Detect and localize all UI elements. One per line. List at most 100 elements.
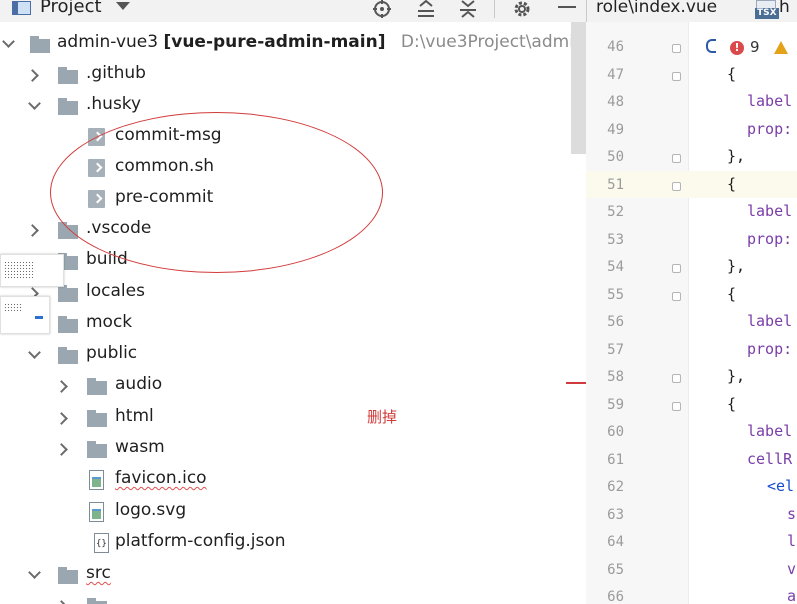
tree-row-platform-config[interactable]: {} platform-config.json — [0, 529, 586, 560]
line-number: 56 — [607, 314, 624, 330]
code-line: a — [787, 587, 797, 604]
tab-role-index-vue[interactable]: role\index.vue — [596, 0, 717, 17]
tab-next-file[interactable]: h — [779, 0, 790, 17]
tree-item-label: mock — [86, 312, 133, 332]
project-toolbar: Project — [0, 0, 586, 23]
tree-row-audio[interactable]: audio — [0, 372, 586, 403]
code-line: { — [727, 175, 737, 193]
tree-row-locales[interactable]: locales — [0, 279, 586, 310]
thumbnail-preview — [0, 296, 50, 334]
tree-item-label: wasm — [115, 437, 165, 457]
tree-row-github[interactable]: .github — [0, 61, 586, 92]
folder-icon — [58, 567, 78, 584]
line-number: 54 — [607, 259, 624, 275]
dropdown-caret-icon[interactable] — [116, 2, 130, 10]
thumbnail-preview — [0, 254, 64, 287]
code-line: s — [787, 505, 797, 523]
folder-icon — [58, 98, 78, 115]
tree-row-logo-svg[interactable]: logo.svg — [0, 498, 586, 529]
chevron-down-icon[interactable] — [28, 97, 41, 110]
chevron-right-icon[interactable] — [55, 600, 68, 604]
tree-row-html[interactable]: html — [0, 404, 586, 435]
tree-scrollbar[interactable] — [571, 22, 586, 154]
code-line: { — [727, 65, 737, 83]
minimize-icon[interactable] — [556, 0, 578, 18]
tree-row-husky[interactable]: .husky — [0, 92, 586, 123]
gear-icon[interactable] — [511, 0, 533, 18]
folder-icon — [58, 67, 78, 84]
line-number: 64 — [607, 534, 624, 550]
code-line: }, — [727, 147, 746, 165]
code-line: <el — [767, 477, 795, 495]
tree-row-partial[interactable] — [0, 592, 586, 604]
line-number: 57 — [607, 342, 624, 358]
fold-marker-icon[interactable] — [672, 374, 681, 383]
folder-icon — [58, 316, 78, 333]
fold-marker-icon[interactable] — [672, 264, 681, 273]
line-number: 55 — [607, 287, 624, 303]
project-view-title[interactable]: Project — [40, 0, 102, 17]
line-number: 49 — [607, 122, 624, 138]
code-line: label — [747, 422, 793, 440]
fold-marker-icon[interactable] — [672, 292, 681, 301]
collapse-all-icon[interactable] — [457, 0, 479, 18]
fold-marker-icon[interactable] — [672, 72, 681, 81]
tree-item-label: .husky — [86, 94, 142, 114]
tree-item-label: src — [86, 563, 111, 583]
annotation-line — [566, 382, 586, 384]
tree-row-wasm[interactable]: wasm — [0, 435, 586, 466]
tree-row-public[interactable]: public — [0, 341, 586, 372]
line-number: 63 — [607, 507, 624, 523]
image-file-icon — [89, 470, 104, 490]
folder-icon — [30, 36, 50, 53]
tree-row-root[interactable]: admin-vue3 [vue-pure-admin-main] D:\vue3… — [0, 30, 586, 61]
line-number: 48 — [607, 94, 624, 110]
chevron-down-icon[interactable] — [28, 566, 41, 579]
folder-icon — [58, 347, 78, 364]
tree-item-label: public — [86, 343, 138, 363]
json-file-icon: {} — [94, 533, 109, 553]
folder-icon — [87, 410, 107, 427]
tree-row-src[interactable]: src — [0, 561, 586, 592]
chevron-right-icon[interactable] — [55, 412, 68, 425]
fold-marker-icon[interactable] — [672, 182, 681, 191]
code-editor[interactable]: 46 47 48 49 50 51 52 53 54 55 56 57 58 5… — [586, 22, 797, 604]
code-line: label — [747, 202, 793, 220]
fold-marker-icon[interactable] — [672, 402, 681, 411]
code-line: }, — [727, 257, 746, 275]
root-module-name: [vue-pure-admin-main] — [163, 32, 386, 52]
chevron-right-icon[interactable] — [55, 380, 68, 393]
chevron-down-icon[interactable] — [2, 35, 15, 48]
tab-separator — [586, 0, 587, 22]
fold-marker-icon[interactable] — [672, 44, 681, 53]
line-number: 51 — [607, 177, 624, 193]
root-folder-name: admin-vue3 — [57, 32, 159, 52]
code-line: { — [727, 285, 737, 303]
project-tree: admin-vue3 [vue-pure-admin-main] D:\vue3… — [0, 22, 586, 604]
chevron-right-icon[interactable] — [26, 224, 39, 237]
folder-icon — [58, 285, 78, 302]
annotation-ellipse — [50, 112, 383, 273]
tree-row-mock[interactable]: mock — [0, 310, 586, 341]
code-line: prop: — [747, 230, 793, 248]
tsx-badge: TSX — [755, 8, 779, 19]
project-icon — [12, 1, 31, 15]
chevron-right-icon[interactable] — [26, 69, 39, 82]
line-number: 60 — [607, 424, 624, 440]
code-line: { — [727, 395, 737, 413]
chevron-right-icon[interactable] — [55, 443, 68, 456]
code-line: label — [747, 92, 793, 110]
warning-icon[interactable] — [774, 41, 788, 54]
code-line: prop: — [747, 120, 793, 138]
code-line: label — [747, 312, 793, 330]
tree-row-favicon[interactable]: favicon.ico — [0, 466, 586, 497]
line-number: 52 — [607, 204, 624, 220]
line-number: 61 — [607, 452, 624, 468]
fold-marker-icon[interactable] — [672, 154, 681, 163]
line-number: 66 — [607, 589, 624, 604]
error-icon[interactable]: ! — [730, 41, 744, 55]
chevron-down-icon[interactable] — [28, 346, 41, 359]
tree-item-label: platform-config.json — [115, 531, 286, 551]
expand-all-icon[interactable] — [415, 0, 437, 18]
locate-icon[interactable] — [371, 0, 393, 18]
